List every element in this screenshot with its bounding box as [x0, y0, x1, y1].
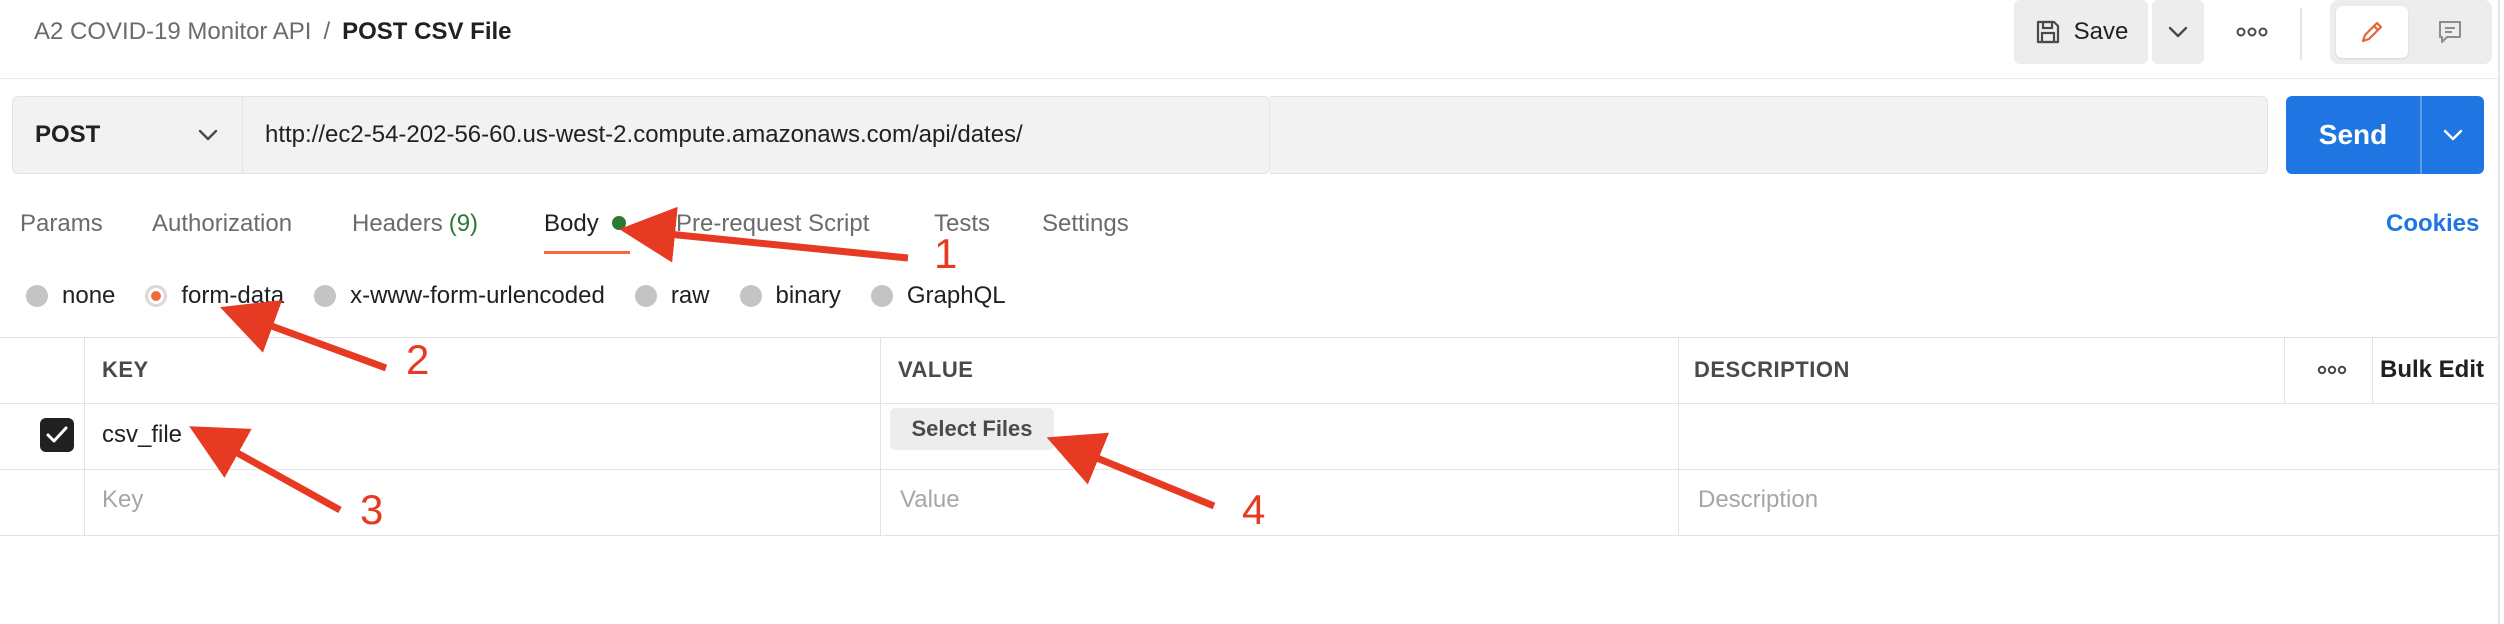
annotation-number-4: 4	[1242, 486, 1266, 533]
annotation-arrow-3	[189, 426, 342, 514]
annotation-number-3: 3	[360, 486, 384, 533]
annotation-arrow-4	[1046, 432, 1216, 510]
annotation-arrow-2	[219, 300, 388, 372]
annotation-number-1: 1	[934, 230, 958, 277]
annotation-number-2: 2	[406, 336, 430, 383]
annotation-arrow-1	[619, 206, 909, 263]
